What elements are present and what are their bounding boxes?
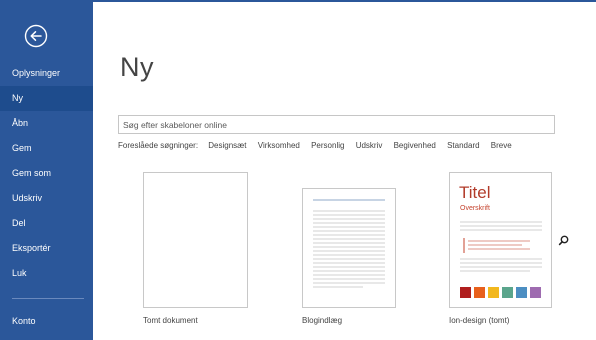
- template-label: Blogindlæg: [302, 316, 343, 325]
- suggested-search-link[interactable]: Udskriv: [356, 141, 383, 150]
- template-ion-design[interactable]: Titel Overskrift Ion-design (tomt): [447, 170, 557, 330]
- nav-item-konto[interactable]: Konto: [0, 309, 93, 334]
- template-blank-document[interactable]: Tomt dokument: [141, 170, 251, 330]
- suggested-search-link[interactable]: Personlig: [311, 141, 344, 150]
- nav-item-udskriv[interactable]: Udskriv: [0, 186, 93, 211]
- nav-item-gem[interactable]: Gem: [0, 136, 93, 161]
- page-title: Ny: [120, 52, 154, 82]
- suggested-search-link[interactable]: Breve: [491, 141, 512, 150]
- backstage-nav: Oplysninger Ny Åbn Gem Gem som Udskriv D…: [0, 61, 93, 286]
- search-icon: [558, 235, 569, 246]
- back-arrow-icon: [24, 24, 48, 48]
- suggested-searches-label: Foreslåede søgninger:: [118, 141, 199, 150]
- nav-item-del[interactable]: Del: [0, 211, 93, 236]
- template-thumbnail: [302, 188, 396, 308]
- color-swatch: [474, 287, 485, 298]
- template-search-input[interactable]: [123, 116, 523, 133]
- color-swatch: [488, 287, 499, 298]
- suggested-searches: Foreslåede søgninger: Designsæt Virksomh…: [118, 141, 521, 150]
- template-search-box: [118, 115, 569, 246]
- color-swatch: [460, 287, 471, 298]
- color-swatches: [460, 287, 550, 299]
- color-swatch: [516, 287, 527, 298]
- search-button[interactable]: [555, 232, 572, 249]
- suggested-search-link[interactable]: Begivenhed: [394, 141, 436, 150]
- suggested-search-link[interactable]: Standard: [447, 141, 479, 150]
- template-thumbnail: [143, 172, 248, 308]
- template-thumbnail: Titel Overskrift: [449, 172, 552, 308]
- nav-divider: [12, 298, 84, 299]
- blog-post-preview: [313, 199, 385, 288]
- color-swatch: [530, 287, 541, 298]
- template-label: Tomt dokument: [143, 316, 198, 325]
- color-swatch: [502, 287, 513, 298]
- template-label: Ion-design (tomt): [449, 316, 510, 325]
- nav-item-luk[interactable]: Luk: [0, 261, 93, 286]
- backstage-sidebar: Oplysninger Ny Åbn Gem Gem som Udskriv D…: [0, 0, 93, 340]
- back-button[interactable]: [24, 24, 48, 48]
- nav-item-eksporter[interactable]: Eksportér: [0, 236, 93, 261]
- template-blog-post[interactable]: Blogindlæg: [300, 170, 400, 330]
- suggested-search-link[interactable]: Virksomhed: [258, 141, 300, 150]
- nav-item-gem-som[interactable]: Gem som: [0, 161, 93, 186]
- suggested-search-link[interactable]: Designsæt: [208, 141, 246, 150]
- nav-item-ny[interactable]: Ny: [0, 86, 93, 111]
- nav-item-oplysninger[interactable]: Oplysninger: [0, 61, 93, 86]
- nav-item-aabn[interactable]: Åbn: [0, 111, 93, 136]
